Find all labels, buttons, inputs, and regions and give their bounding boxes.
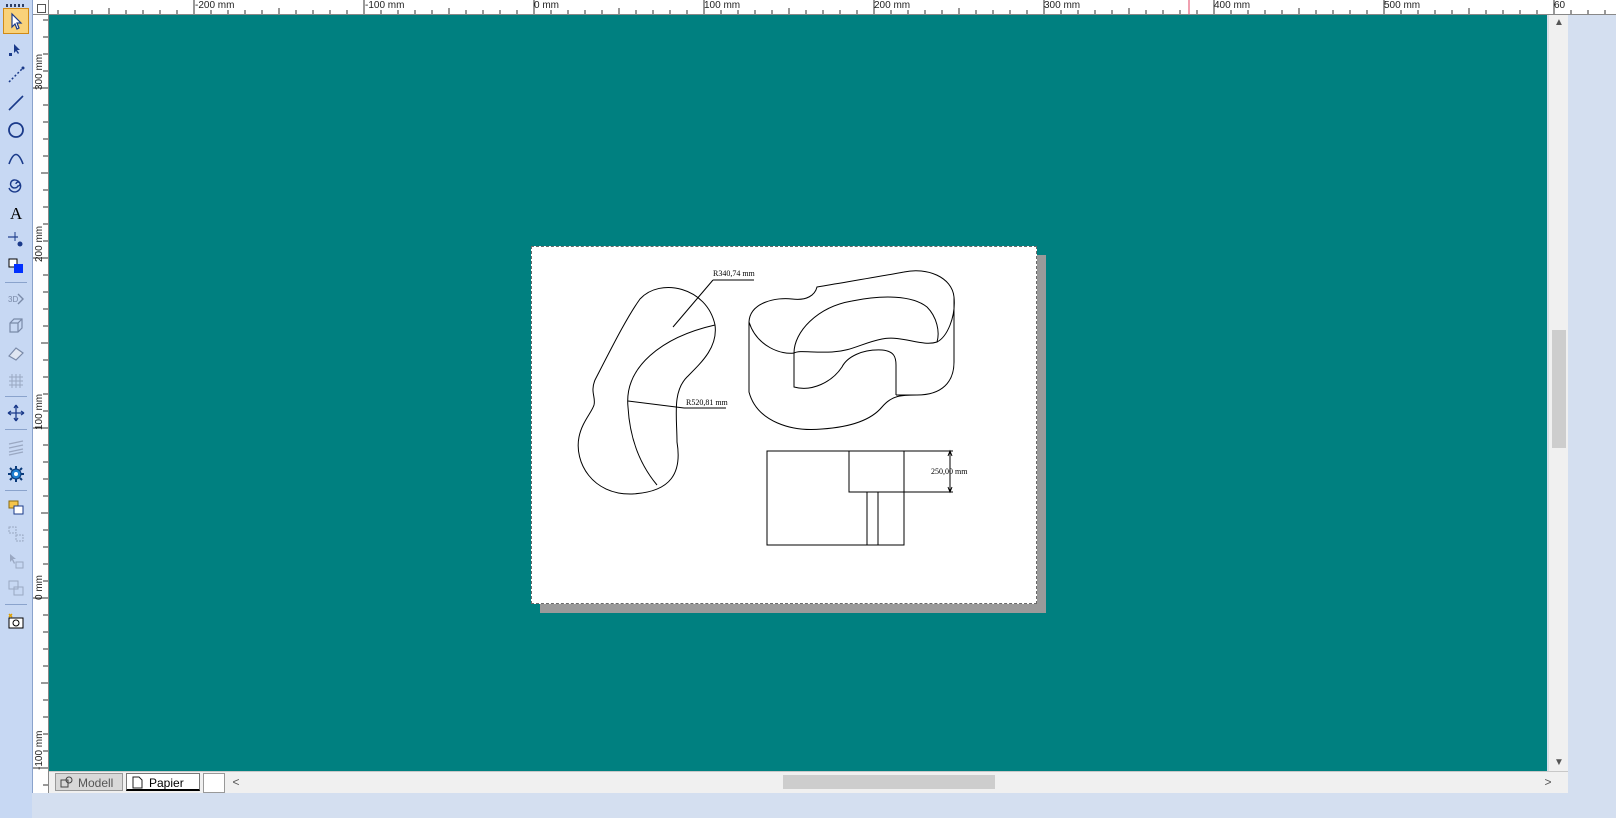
kidney-outline xyxy=(577,287,716,495)
ruler-corner xyxy=(33,0,49,15)
svg-text:3D: 3D xyxy=(8,295,18,304)
hruler-label: -200 mm xyxy=(195,0,235,11)
radius-leader-1 xyxy=(672,279,714,328)
dimension-icon[interactable] xyxy=(3,226,29,252)
extrusion-bottom xyxy=(748,297,955,431)
scroll-right-icon[interactable]: > xyxy=(1541,772,1555,793)
gear-icon[interactable] xyxy=(3,461,29,487)
horizontal-ruler-ticks xyxy=(40,0,1606,14)
paper-sheet[interactable]: R340,74 mm R520,81 mm 250,00 mm xyxy=(531,246,1037,604)
eraser-icon[interactable] xyxy=(3,340,29,366)
vruler-label: 300 mm xyxy=(34,53,45,90)
page-icon xyxy=(132,776,143,789)
ungroup-icon[interactable] xyxy=(3,521,29,547)
dotted-line-icon[interactable] xyxy=(3,62,29,88)
fill-color-icon[interactable] xyxy=(3,253,29,279)
select-arrow-icon[interactable] xyxy=(3,8,29,34)
text-icon[interactable]: A xyxy=(3,199,29,225)
tab-modell-label: Modell xyxy=(78,776,114,790)
hruler-label: -100 mm xyxy=(365,0,405,11)
vruler-label: 0 mm xyxy=(34,575,45,600)
drawing-toolbar: A 3D xyxy=(0,0,33,818)
hruler-label: 100 mm xyxy=(704,0,741,11)
3d-box-icon[interactable] xyxy=(3,313,29,339)
vertical-scroll-thumb[interactable] xyxy=(1552,330,1566,448)
grid-icon[interactable] xyxy=(3,368,29,394)
vertical-scrollbar[interactable]: ▲ ▼ xyxy=(1548,15,1569,771)
extrusion-inner-wall xyxy=(793,349,897,395)
hruler-label: 300 mm xyxy=(1044,0,1081,11)
3d-extrude-icon[interactable]: 3D xyxy=(3,286,29,312)
vertical-ruler[interactable]: 300 mm 200 mm 100 mm 0 mm -100 mm xyxy=(33,14,49,794)
curve-icon[interactable] xyxy=(3,144,29,170)
hatch-icon[interactable] xyxy=(3,434,29,460)
tab-new[interactable] xyxy=(203,773,225,793)
dimension-label-r520[interactable]: R520,81 mm xyxy=(686,398,729,407)
extrusion-top-outer xyxy=(748,270,955,354)
layer-icon[interactable] xyxy=(3,575,29,601)
camera-icon[interactable] xyxy=(3,608,29,634)
spiral-icon[interactable] xyxy=(3,171,29,197)
dimension-label-r340[interactable]: R340,74 mm xyxy=(713,269,756,278)
svg-text:A: A xyxy=(10,204,23,222)
select-object-icon[interactable] xyxy=(3,548,29,574)
hruler-label: 400 mm xyxy=(1214,0,1251,11)
bottom-bar: Modell Papier 1 < > xyxy=(49,771,1568,808)
front-view-notch xyxy=(848,450,905,493)
bottom-frame xyxy=(32,793,1568,818)
hruler-label: 200 mm xyxy=(874,0,911,11)
vruler-label: 100 mm xyxy=(34,393,45,430)
horizontal-scroll-thumb[interactable] xyxy=(783,775,995,789)
dimension-label-250[interactable]: 250,00 mm xyxy=(931,467,968,476)
toolbar-grip[interactable] xyxy=(6,4,26,7)
scroll-down-icon[interactable]: ▼ xyxy=(1549,755,1569,771)
hruler-label: 60 xyxy=(1554,0,1566,11)
hruler-label: 500 mm xyxy=(1384,0,1421,11)
line-icon[interactable] xyxy=(3,90,29,116)
tab-papier-1[interactable]: Papier 1 xyxy=(126,773,200,808)
horizontal-scrollbar[interactable]: < > xyxy=(227,772,1557,793)
model-icon xyxy=(60,776,73,788)
horizontal-ruler[interactable]: -200 mm -100 mm 0 mm 100 mm 200 mm 300 m… xyxy=(33,0,1616,15)
vruler-label: 200 mm xyxy=(34,225,45,262)
vruler-label: -100 mm xyxy=(34,730,45,770)
move-icon[interactable] xyxy=(3,400,29,426)
circle-icon[interactable] xyxy=(3,117,29,143)
right-frame xyxy=(1568,15,1616,818)
group-icon[interactable] xyxy=(3,494,29,520)
technical-drawing: R340,74 mm R520,81 mm 250,00 mm xyxy=(577,269,968,546)
scroll-up-icon[interactable]: ▲ xyxy=(1549,15,1569,31)
hruler-label: 0 mm xyxy=(534,0,559,11)
scroll-left-icon[interactable]: < xyxy=(229,772,243,793)
point-edit-icon[interactable] xyxy=(3,36,29,62)
tab-modell[interactable]: Modell xyxy=(55,773,123,791)
front-view-outer xyxy=(766,450,905,546)
extrusion-top-inner xyxy=(793,296,939,354)
radius-leader-2 xyxy=(627,400,685,409)
